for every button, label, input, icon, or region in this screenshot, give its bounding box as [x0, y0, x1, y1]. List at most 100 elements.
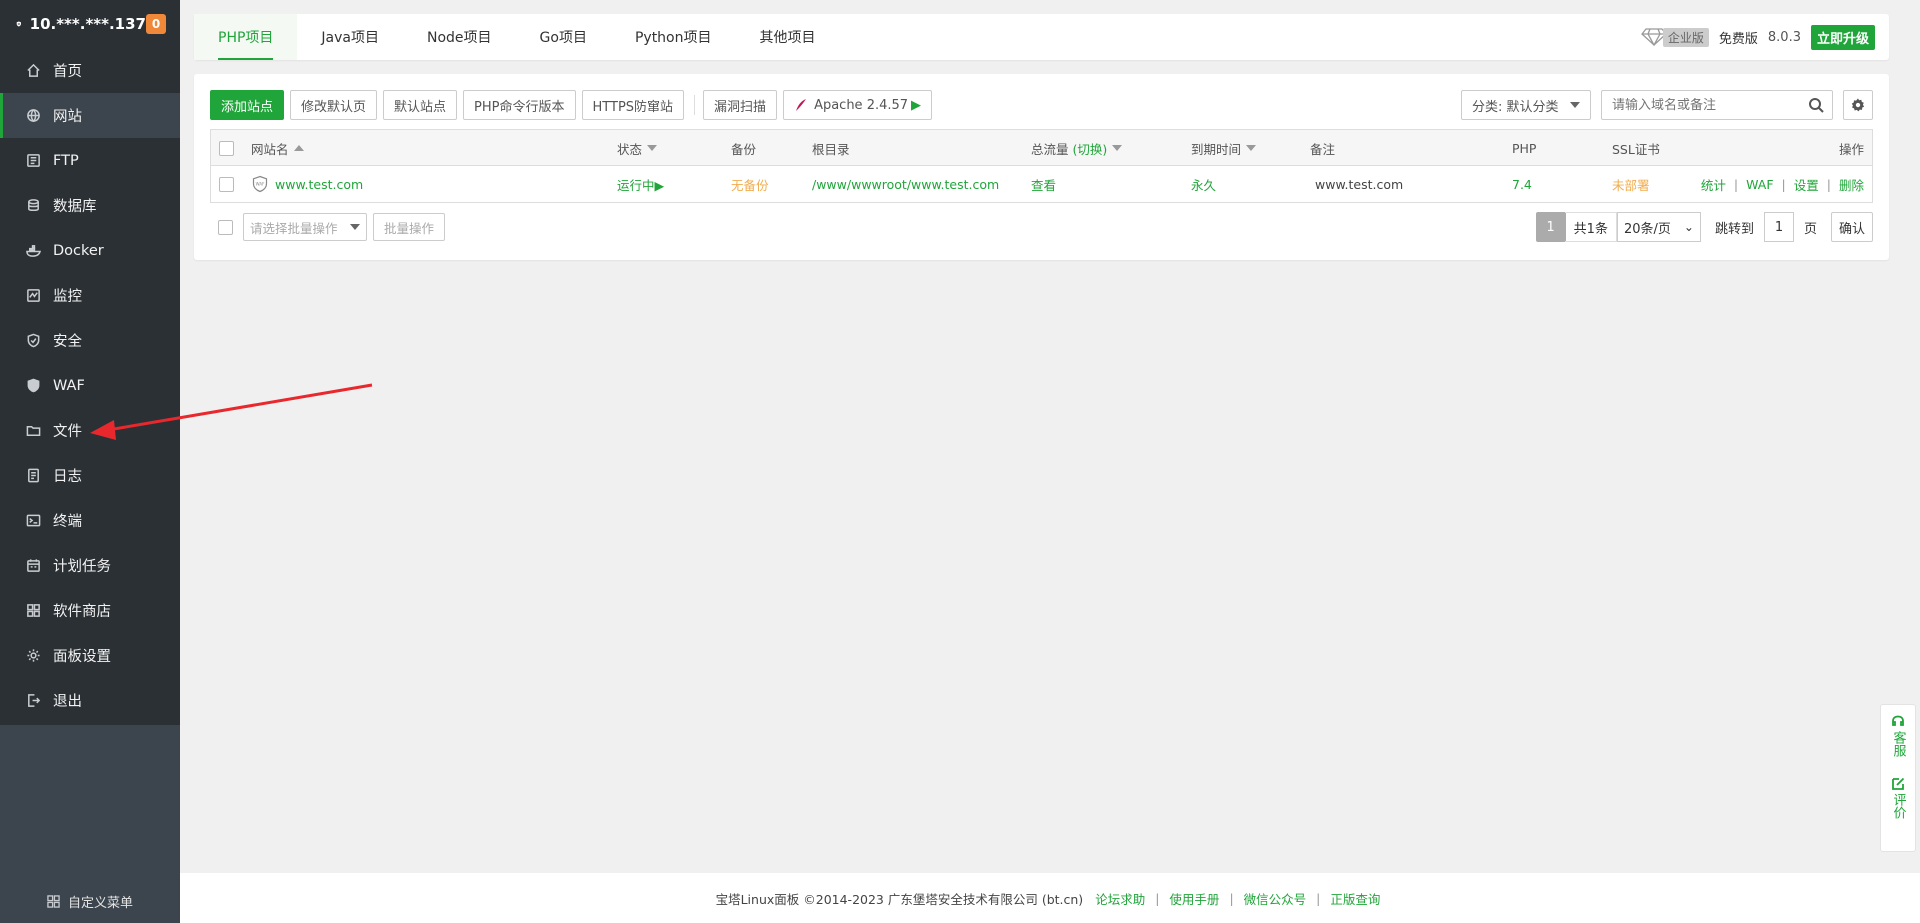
row-select-cell: [219, 166, 234, 202]
sort-asc-icon: [293, 145, 304, 151]
version-info: 企业版 免费版 8.0.3 立即升级: [1640, 14, 1889, 60]
sidebar-item-cron[interactable]: 计划任务: [0, 543, 180, 588]
sidebar-item-label: 日志: [53, 469, 82, 485]
row-checkbox[interactable]: [219, 176, 234, 192]
gear-icon: [27, 649, 40, 662]
stats-link[interactable]: 统计: [1701, 175, 1726, 194]
jump-confirm-button[interactable]: 确认: [1830, 212, 1873, 242]
site-traffic-link[interactable]: 查看: [1031, 166, 1056, 202]
col-status-header[interactable]: 状态: [617, 130, 658, 166]
settings-link[interactable]: 设置: [1794, 175, 1819, 194]
upgrade-button[interactable]: 立即升级: [1810, 24, 1875, 50]
table-row: WAF www.test.com 运行中▶ 无备份 /www/wwwroot/w…: [211, 166, 1872, 202]
apache-button[interactable]: Apache 2.4.57 ▶: [783, 90, 933, 120]
page-size-select[interactable]: 20条/页 ⌄: [1616, 212, 1701, 242]
free-edition-label: 免费版: [1718, 31, 1758, 47]
custom-menu-button[interactable]: 自定义菜单: [0, 892, 180, 911]
site-name-link[interactable]: www.test.com: [275, 177, 363, 192]
search-icon[interactable]: [1808, 97, 1824, 113]
apps-icon: [27, 604, 40, 617]
col-expire-header[interactable]: 到期时间: [1191, 130, 1257, 166]
traffic-switch-link[interactable]: (切换): [1073, 139, 1108, 158]
sidebar-item-waf[interactable]: WAF: [0, 363, 180, 408]
tab-java[interactable]: Java项目: [297, 14, 403, 60]
play-icon: ▶: [911, 97, 922, 113]
pagination: 1 共1条 20条/页 ⌄ 跳转到 1 页 确认: [1535, 212, 1873, 242]
col-name-header[interactable]: 网站名: [251, 130, 304, 166]
footer-link-manual[interactable]: 使用手册: [1169, 889, 1219, 908]
page-1-button[interactable]: 1: [1535, 212, 1566, 242]
sidebar-item-label: Docker: [53, 242, 104, 259]
sidebar-item-label: 安全: [53, 334, 82, 350]
sidebar-item-docker[interactable]: Docker: [0, 228, 180, 273]
col-php-header: PHP: [1512, 140, 1537, 156]
feather-icon: [796, 99, 807, 111]
tab-other[interactable]: 其他项目: [736, 14, 840, 60]
default-site-button[interactable]: 默认站点: [383, 90, 458, 120]
select-all-checkbox[interactable]: [219, 140, 234, 156]
sidebar-item-security[interactable]: 安全: [0, 318, 180, 363]
col-remark-header: 备注: [1310, 141, 1336, 157]
php-cli-version-button[interactable]: PHP命令行版本: [463, 90, 576, 120]
tab-node[interactable]: Node项目: [403, 14, 516, 60]
project-tabs: PHP项目 Java项目 Node项目 Go项目 Python项目 其他项目 企…: [194, 14, 1889, 60]
site-remark[interactable]: www.test.com: [1315, 166, 1403, 202]
site-php-version[interactable]: 7.4: [1512, 166, 1532, 202]
sidebar-item-label: 终端: [53, 514, 82, 530]
sort-icon: [1112, 145, 1123, 151]
col-ssl-header: SSL证书: [1612, 141, 1660, 157]
https-guard-button[interactable]: HTTPS防窜站: [581, 90, 685, 120]
jump-page-input[interactable]: 1: [1763, 212, 1794, 242]
footer-link-wechat[interactable]: 微信公众号: [1244, 889, 1307, 908]
tab-go[interactable]: Go项目: [516, 14, 611, 60]
site-status[interactable]: 运行中▶: [617, 166, 664, 202]
col-ops-header: 操作: [1838, 141, 1864, 157]
batch-op-select[interactable]: 请选择批量操作: [243, 213, 367, 241]
sidebar-item-logs[interactable]: 日志: [0, 453, 180, 498]
copyright-text: 宝塔Linux面板 ©2014-2023 广东堡塔安全技术有限公司 (bt.cn…: [715, 891, 1084, 907]
search-input[interactable]: [1602, 97, 1808, 113]
waf-link[interactable]: WAF: [1746, 177, 1773, 192]
sidebar-item-ftp[interactable]: FTP: [0, 138, 180, 183]
sidebar-item-logout[interactable]: 退出: [0, 678, 180, 723]
sidebar-item-home[interactable]: 首页: [0, 48, 180, 93]
col-traffic-header[interactable]: 总流量 (切换): [1031, 130, 1123, 166]
add-site-button[interactable]: 添加站点: [210, 90, 285, 120]
floating-help: 客服 评价: [1880, 704, 1916, 852]
sidebar-item-files[interactable]: 文件: [0, 408, 180, 453]
edit-default-page-button[interactable]: 修改默认页: [290, 90, 378, 120]
notification-badge[interactable]: 0: [146, 14, 166, 34]
tab-python[interactable]: Python项目: [611, 14, 736, 60]
batch-op-button[interactable]: 批量操作: [373, 213, 446, 241]
site-root-link[interactable]: /www/wwwroot/www.test.com: [812, 166, 999, 202]
sidebar-item-monitor[interactable]: 监控: [0, 273, 180, 318]
vuln-scan-button[interactable]: 漏洞扫描: [703, 90, 778, 120]
site-table: 网站名 状态 备份 根目录 总流量 (切换) 到期时间 备注 PHP SSL证书 …: [210, 129, 1873, 203]
table-settings-button[interactable]: [1843, 90, 1873, 120]
site-expire[interactable]: 永久: [1191, 166, 1216, 202]
server-header[interactable]: 10.***.***.137 0: [0, 0, 180, 48]
log-icon: [28, 468, 39, 483]
footer-select-all-checkbox[interactable]: [218, 219, 233, 235]
chevron-down-icon: ⌄: [1683, 220, 1694, 234]
sidebar-item-website[interactable]: 网站: [0, 93, 180, 138]
sort-icon: [1246, 145, 1257, 151]
sidebar-item-label: 文件: [53, 424, 82, 440]
sidebar-item-database[interactable]: 数据库: [0, 183, 180, 228]
chevron-down-icon: [1570, 102, 1580, 108]
sidebar-item-store[interactable]: 软件商店: [0, 588, 180, 633]
sidebar-item-settings[interactable]: 面板设置: [0, 633, 180, 678]
tab-php[interactable]: PHP项目: [194, 14, 298, 60]
waf-shield-icon: WAF: [252, 175, 268, 193]
sidebar-item-terminal[interactable]: 终端: [0, 498, 180, 543]
customer-service-button[interactable]: 客服: [1891, 715, 1906, 757]
rate-button[interactable]: 评价: [1891, 777, 1906, 819]
footer-link-license[interactable]: 正版查询: [1330, 889, 1380, 908]
delete-link[interactable]: 删除: [1839, 175, 1864, 194]
enterprise-tag[interactable]: 企业版: [1640, 27, 1709, 47]
category-select[interactable]: 分类: 默认分类: [1461, 90, 1591, 120]
sort-icon: [647, 145, 658, 151]
site-ssl-status[interactable]: 未部署: [1612, 166, 1650, 202]
footer-link-forum[interactable]: 论坛求助: [1095, 889, 1145, 908]
site-backup[interactable]: 无备份: [731, 166, 769, 202]
